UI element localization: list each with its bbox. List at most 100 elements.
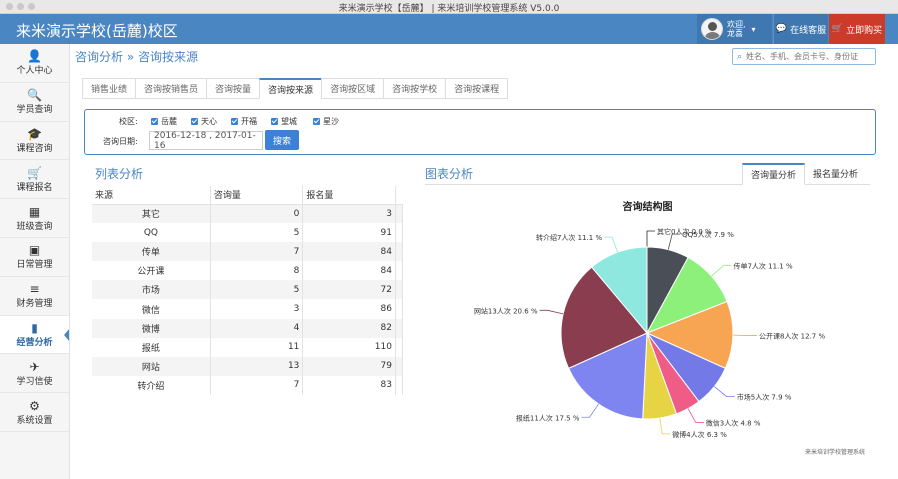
sidebar-item-user[interactable]: 👤 个人中心	[0, 44, 69, 83]
cell-enroll: 84	[302, 242, 396, 262]
col-spacer	[395, 186, 403, 205]
tab-5[interactable]: 咨询按学校	[383, 78, 446, 99]
table-row: 传单 7 84	[92, 242, 404, 262]
sidebar-item-bar-chart[interactable]: ▮ 经营分析	[0, 315, 69, 355]
filter-panel: 校区: 岳麓 天心 开福 望城 星沙 咨询日期: 2016-12-18 , 2017-0…	[84, 109, 876, 155]
tab-consult-volume[interactable]: 咨询量分析	[742, 163, 806, 185]
caret-down-icon[interactable]: ▾	[752, 25, 756, 34]
date-range-input[interactable]: 2016-12-18 , 2017-01-16	[149, 131, 263, 151]
tab-3[interactable]: 咨询按来源	[259, 78, 322, 99]
campus-checkbox[interactable]: 开福	[231, 116, 257, 127]
cell-consult: 0	[210, 204, 304, 224]
pie-label-4: 市场5人次 7.9 %	[737, 393, 792, 402]
cell-spacer	[395, 356, 404, 376]
campus-checkbox[interactable]: 岳麓	[151, 116, 177, 127]
sidebar-item-label: 经营分析	[16, 337, 53, 348]
pie-label-2: 传单7人次 11.1 %	[733, 262, 792, 271]
online-service-button[interactable]: 💬 在线客服	[773, 14, 828, 44]
cell-spacer	[395, 261, 404, 281]
window-title: 来米演示学校【岳麓】 | 来米培训学校管理系统 V5.0.0	[338, 4, 560, 14]
cell-enroll: 83	[302, 375, 396, 395]
checkbox-checked-icon[interactable]	[271, 118, 278, 125]
pie-label-1: QQ5人次 7.9 %	[682, 230, 734, 239]
cell-source: 其它	[92, 204, 211, 224]
table-header-row: 来源 咨询量 报名量	[92, 186, 403, 205]
tab-2[interactable]: 咨询按量	[206, 78, 260, 99]
campus-checkbox[interactable]: 望城	[271, 116, 297, 127]
pie-label-line-4	[713, 386, 735, 397]
send-icon: ✈	[29, 359, 40, 374]
online-service-label: 在线客服	[790, 25, 827, 36]
sidebar-item-label: 课程报名	[16, 182, 53, 193]
sidebar-item-calendar[interactable]: ▣ 日常管理	[0, 238, 69, 277]
search-icon: 🔍	[27, 88, 42, 103]
pie-label-line-6	[659, 417, 671, 435]
list-section-title: 列表分析	[95, 167, 144, 181]
breadcrumb-parent[interactable]: 咨询分析	[75, 50, 123, 64]
sidebar-item-gears[interactable]: ⚙ 系统设置	[0, 393, 69, 432]
cubes-icon: ▦	[28, 204, 41, 219]
sidebar-item-graduation-cap[interactable]: 🎓 课程咨询	[0, 122, 69, 161]
cell-source: 网站	[92, 356, 211, 376]
table-row: 其它 0 3	[92, 204, 404, 224]
cell-spacer	[395, 299, 404, 319]
search-input[interactable]	[746, 52, 867, 61]
avatar[interactable]	[701, 18, 723, 40]
user-name: 龙喜	[727, 29, 743, 38]
user-menu[interactable]: 欢迎, 龙喜 ▾	[697, 14, 772, 44]
tab-1[interactable]: 咨询按销售员	[135, 78, 207, 99]
table-row: 转介绍 7 83	[92, 375, 404, 395]
welcome-text: 欢迎, 龙喜	[727, 20, 746, 38]
checkbox-checked-icon[interactable]	[313, 118, 320, 125]
pie-label-line-8	[539, 309, 564, 315]
tab-4[interactable]: 咨询按区域	[321, 78, 384, 99]
campus-checkbox[interactable]: 天心	[191, 116, 217, 127]
search-button[interactable]: 搜索	[265, 130, 299, 150]
cell-source: 公开课	[92, 261, 211, 281]
analysis-tabs: 销售业绩 咨询按销售员 咨询按量 咨询按来源 咨询按区域 咨询按学校 咨询按课程	[82, 78, 509, 99]
cell-spacer	[395, 242, 404, 262]
pie-chart-container: 咨询结构图 其它0人次 0.0 % QQ5人次 7.9 % 传单7人次 11.1 %…	[425, 190, 870, 460]
cell-spacer	[395, 280, 404, 300]
campus-label: 岳麓	[161, 117, 177, 126]
tab-enroll-volume[interactable]: 报名量分析	[805, 163, 867, 185]
sidebar-item-label: 系统设置	[16, 415, 53, 426]
chart-section-title: 图表分析	[425, 167, 474, 181]
tab-0[interactable]: 销售业绩	[82, 78, 136, 99]
buy-now-button[interactable]: 🛒 立即购买	[829, 14, 885, 44]
tab-6[interactable]: 咨询按课程	[445, 78, 509, 99]
cell-consult: 13	[210, 356, 304, 376]
cell-enroll: 86	[302, 299, 396, 319]
campus-checkbox[interactable]: 星沙	[313, 116, 339, 127]
breadcrumb-separator: »	[126, 50, 135, 64]
checkbox-checked-icon[interactable]	[231, 118, 238, 125]
checkbox-checked-icon[interactable]	[151, 118, 158, 125]
cell-spacer	[395, 204, 404, 224]
campus-label: 天心	[201, 117, 217, 126]
cell-consult: 4	[210, 318, 304, 338]
checkbox-checked-icon[interactable]	[191, 118, 198, 125]
sidebar-item-send[interactable]: ✈ 学习信使	[0, 354, 69, 394]
pie-label-7: 报纸11人次 17.5 %	[516, 413, 580, 422]
cell-enroll: 72	[302, 280, 396, 300]
pie-label-6: 微博4人次 6.3 %	[672, 430, 727, 439]
sidebar-item-menu[interactable]: ≡ 财务管理	[0, 277, 69, 316]
sidebar-item-search[interactable]: 🔍 学员查询	[0, 83, 69, 122]
sidebar: 👤 个人中心 🔍 学员查询 🎓 课程咨询 🛒 课程报名 ▦ 班级查询 ▣ 日常管理 ≡ 财务管理 ▮ 经营分析…	[0, 44, 70, 479]
table-row: 网站 13 79	[92, 356, 404, 376]
pie-label-line-9	[604, 236, 618, 253]
sidebar-item-cubes[interactable]: ▦ 班级查询	[0, 199, 69, 238]
campus-label: 校区:	[119, 117, 138, 126]
cell-source: 传单	[92, 242, 211, 262]
search-icon: ⌕	[737, 51, 743, 62]
campus-label: 望城	[281, 117, 297, 126]
sidebar-item-cart[interactable]: 🛒 课程报名	[0, 160, 69, 200]
pie-label-9: 转介绍7人次 11.1 %	[536, 233, 602, 242]
cell-source: 报纸	[92, 337, 211, 357]
bar-chart-icon: ▮	[31, 320, 38, 335]
cell-source: 微博	[92, 318, 211, 338]
global-search[interactable]: ⌕	[732, 48, 876, 65]
cell-consult: 3	[210, 299, 304, 319]
pie-label-3: 公开课8人次 12.7 %	[759, 332, 825, 341]
cell-spacer	[395, 375, 404, 395]
